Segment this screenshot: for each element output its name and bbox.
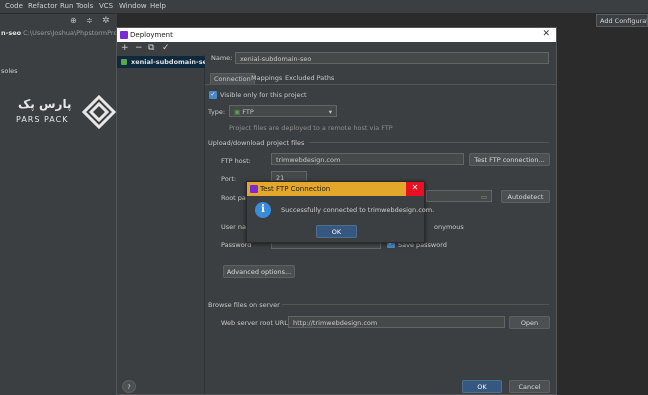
web-root-label: Web server root URL: — [221, 319, 291, 327]
scratches-consoles[interactable]: soles — [1, 67, 18, 75]
open-button[interactable]: Open — [509, 316, 550, 329]
ftp-type-icon: ▣ — [234, 108, 241, 116]
menu-window[interactable]: Window — [119, 2, 147, 10]
port-label: Port: — [221, 175, 237, 183]
menu-help[interactable]: Help — [150, 2, 166, 10]
advanced-options-button[interactable]: Advanced options... — [223, 265, 295, 278]
root-path-label: Root pat — [221, 194, 249, 202]
cancel-button[interactable]: Cancel — [509, 380, 550, 393]
test-ftp-title: Test FTP Connection — [260, 185, 331, 193]
editor-area — [557, 27, 648, 395]
folder-icon[interactable]: ▭ — [481, 193, 487, 201]
ftp-server-icon — [121, 59, 127, 65]
menu-vcs[interactable]: VCS — [99, 2, 113, 10]
visible-only-checkbox[interactable]: ✓ — [209, 91, 217, 99]
project-path: C:\Users\Joshua\PhpstormProjects — [23, 29, 117, 37]
type-value: FTP — [242, 108, 254, 116]
test-ftp-dialog: Test FTP Connection ✕ i Successfully con… — [246, 181, 434, 243]
browse-section-title: Browse files on server — [208, 301, 280, 309]
menu-code[interactable]: Code — [5, 2, 23, 10]
menu-bar: Code Refactor Run Tools VCS Window Help — [0, 0, 648, 14]
tab-mappings[interactable]: Mappings — [248, 73, 285, 84]
server-item[interactable]: xenial-subdomain-seo — [117, 56, 205, 68]
anonymous-label: onymous — [434, 223, 464, 231]
add-configuration-button[interactable]: Add Configuration... — [596, 14, 648, 27]
close-icon[interactable]: ✕ — [542, 29, 550, 39]
name-label: Name: — [211, 54, 233, 62]
project-panel: ⊕ ≑ ✲ n-seo C:\Users\Joshua\PhpstormProj… — [0, 14, 117, 395]
logo-en-text: PARS PACK — [16, 115, 69, 124]
test-ftp-titlebar: Test FTP Connection ✕ — [247, 182, 424, 196]
project-name: n-seo — [1, 29, 22, 37]
visible-only-label: Visible only for this project — [220, 91, 307, 99]
project-toolbar: ⊕ ≑ ✲ — [0, 14, 117, 28]
server-toolbar: + − ⧉ ✓ — [117, 42, 205, 54]
app-icon — [120, 31, 128, 39]
type-select[interactable]: ▣ FTP ▾ — [229, 105, 337, 117]
tab-excluded-paths[interactable]: Excluded Paths — [282, 73, 337, 84]
ftp-host-field[interactable]: trimwebdesign.com — [271, 153, 464, 165]
logo-mark-icon — [82, 95, 116, 129]
server-item-label: xenial-subdomain-seo — [131, 58, 205, 66]
add-icon[interactable]: + — [121, 43, 129, 53]
collapse-icon[interactable]: ≑ — [86, 16, 93, 25]
gear-icon[interactable]: ✲ — [102, 16, 110, 26]
menu-tools[interactable]: Tools — [76, 2, 93, 10]
menu-refactor[interactable]: Refactor — [28, 2, 57, 10]
target-icon[interactable]: ⊕ — [70, 16, 77, 25]
browse-section-line — [282, 304, 549, 305]
menu-run[interactable]: Run — [60, 2, 73, 10]
autodetect-button[interactable]: Autodetect — [501, 190, 550, 203]
upload-section-title: Upload/download project files — [208, 139, 305, 147]
app-icon — [250, 185, 258, 193]
deployment-titlebar: Deployment ✕ — [117, 28, 556, 42]
test-ftp-message: Successfully connected to trimwebdesign.… — [281, 206, 435, 214]
ok-button[interactable]: OK — [462, 380, 502, 393]
deployment-title: Deployment — [130, 31, 173, 39]
ftp-host-label: FTP host: — [221, 157, 251, 165]
copy-icon[interactable]: ⧉ — [148, 43, 154, 53]
tab-divider — [205, 84, 556, 85]
type-note: Project files are deployed to a remote h… — [229, 124, 393, 132]
web-root-field[interactable]: http://trimwebdesign.com — [288, 316, 505, 328]
project-root[interactable]: n-seo C:\Users\Joshua\PhpstormProjects — [0, 29, 117, 41]
type-label: Type: — [208, 108, 226, 116]
info-icon: i — [255, 202, 271, 218]
name-field[interactable]: xenial-subdomain-seo — [235, 52, 549, 64]
test-ftp-connection-button[interactable]: Test FTP connection... — [469, 153, 550, 166]
chevron-down-icon: ▾ — [328, 108, 332, 116]
test-ftp-ok-button[interactable]: OK — [316, 225, 357, 238]
close-icon[interactable]: ✕ — [406, 182, 424, 196]
upload-section-line — [309, 142, 549, 143]
logo-fa-text: پارس پک — [18, 97, 72, 111]
check-icon[interactable]: ✓ — [162, 43, 170, 53]
help-button[interactable]: ? — [122, 380, 136, 393]
remove-icon[interactable]: − — [135, 43, 143, 53]
server-list — [117, 55, 205, 394]
